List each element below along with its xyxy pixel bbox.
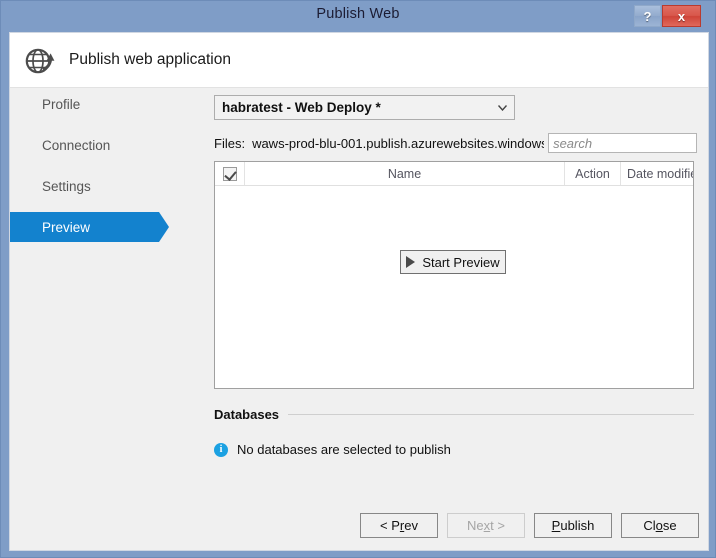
search-input[interactable]: search [548,133,698,153]
prev-button-label: < Prev [380,518,418,533]
start-preview-button[interactable]: Start Preview [400,250,506,274]
sidebar-item-preview[interactable]: Preview [10,212,169,242]
column-header-name[interactable]: Name [245,162,565,185]
file-grid-header: Name Action Date modifie [215,162,693,186]
chevron-down-icon [490,96,514,119]
sidebar-item-label: Settings [42,178,91,194]
sidebar-item-settings[interactable]: Settings [10,171,185,201]
close-button[interactable]: x [662,5,701,27]
close-dialog-button-label: Close [643,518,677,533]
column-header-date-modified[interactable]: Date modifie [621,162,693,185]
databases-heading: Databases [214,407,694,422]
select-all-checkbox[interactable] [222,166,237,181]
info-icon: i [214,442,228,457]
publish-profile-select[interactable]: habratest - Web Deploy * [214,95,515,120]
prev-button[interactable]: < Prev [360,513,438,538]
dialog-client-area: Publish web application Profile Connecti… [9,32,709,551]
page-title: Publish web application [69,51,231,68]
file-list-panel: Name Action Date modifie Start Preview [214,161,694,389]
selection-arrow-icon [159,212,169,242]
sidebar: Profile Connection Settings Preview [10,89,185,253]
files-label: Files: [214,135,246,151]
sidebar-item-label: Profile [42,96,81,112]
dialog-header: Publish web application [10,33,708,88]
globe-publish-icon [25,48,55,74]
play-icon [406,256,416,268]
dialog-footer: < Prev Next > Publish Close [360,513,699,538]
publish-web-window: Publish Web ? x Publish web application … [0,0,716,558]
databases-section: Databases i No databases are selected to… [214,407,700,457]
section-divider [288,414,694,415]
databases-title: Databases [214,407,280,422]
publish-button-label: Publish [551,518,595,533]
sidebar-item-label: Preview [42,219,91,235]
help-button[interactable]: ? [634,5,661,27]
publish-profile-value: habratest - Web Deploy * [222,100,381,115]
title-bar: Publish Web ? x [9,1,707,32]
databases-status: i No databases are selected to publish [214,442,700,457]
sidebar-item-connection[interactable]: Connection [10,130,185,160]
sidebar-item-profile[interactable]: Profile [10,89,185,119]
start-preview-label: Start Preview [422,254,500,270]
files-row: Files: waws-prod-blu-001.publish.azurewe… [214,133,700,153]
sidebar-item-label: Connection [42,137,111,153]
files-path-value: waws-prod-blu-001.publish.azurewebsites.… [252,135,545,151]
publish-button[interactable]: Publish [534,513,612,538]
databases-status-text: No databases are selected to publish [237,442,451,457]
search-placeholder: search [553,135,593,151]
column-header-action[interactable]: Action [565,162,621,185]
main-panel: habratest - Web Deploy * Files: waws-pro… [198,89,700,457]
close-dialog-button[interactable]: Close [621,513,699,538]
select-all-checkbox-cell[interactable] [215,162,245,185]
next-button-label: Next > [467,518,505,533]
window-title: Publish Web [316,6,400,22]
next-button[interactable]: Next > [447,513,525,538]
